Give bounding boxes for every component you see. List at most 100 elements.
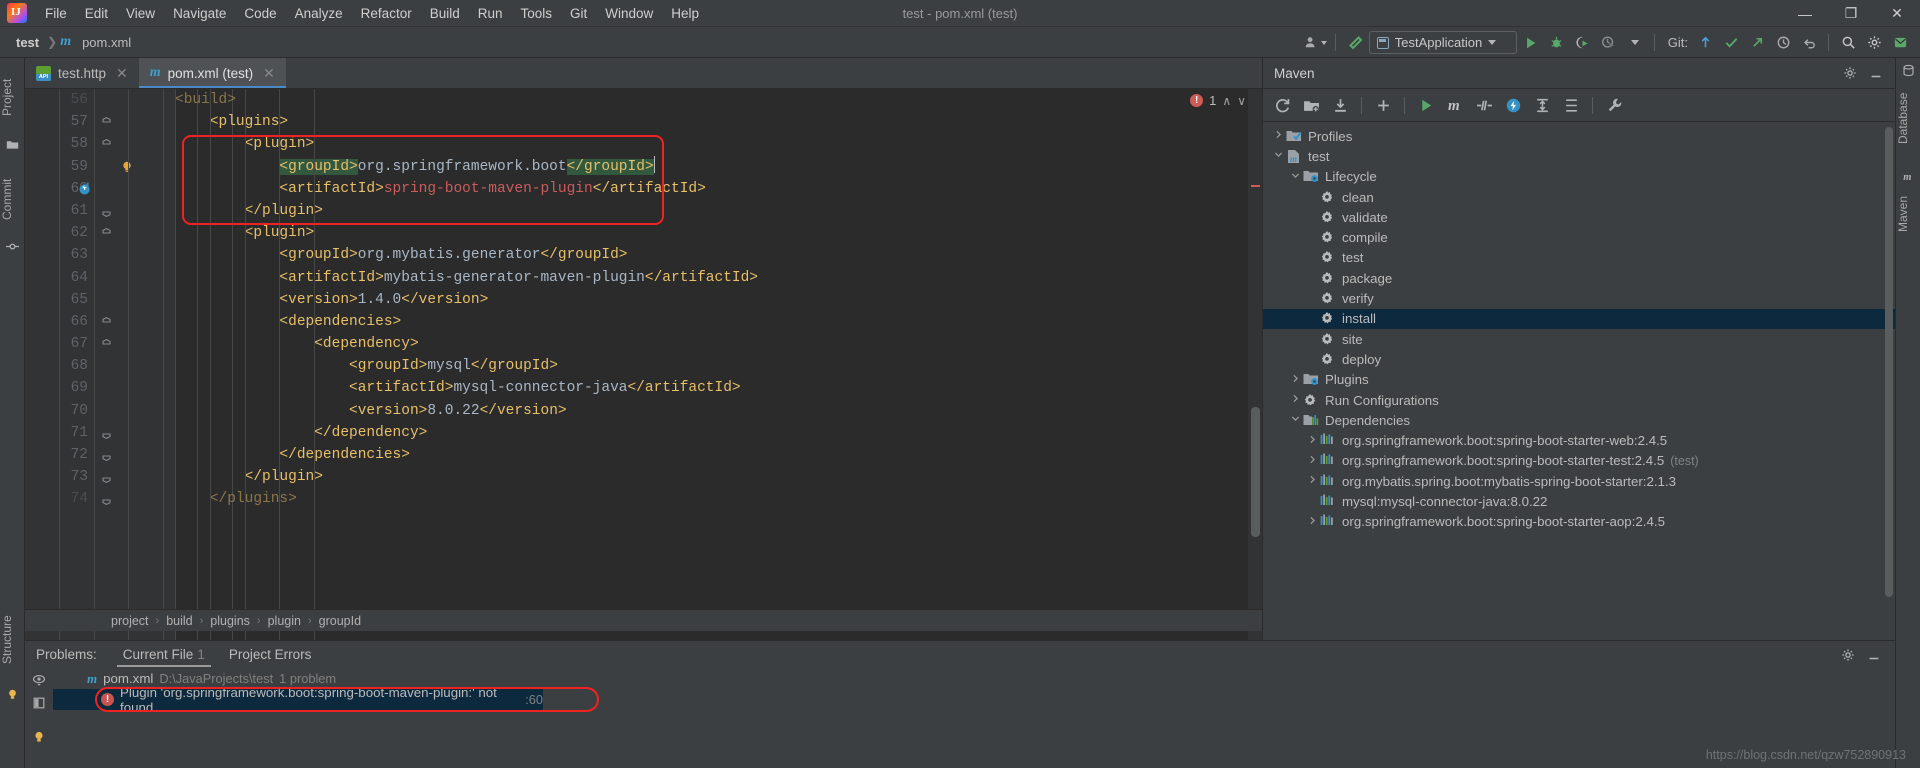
- hide-icon[interactable]: [1863, 60, 1889, 86]
- maven-tree-item[interactable]: site: [1263, 329, 1895, 349]
- run-configuration-selector[interactable]: TestApplication: [1368, 31, 1517, 54]
- expand-all-icon[interactable]: [1529, 92, 1555, 118]
- code-line[interactable]: <version>1.4.0</version>: [175, 289, 1262, 311]
- history-icon[interactable]: [1771, 31, 1795, 55]
- tab-current-file[interactable]: Current File 1: [111, 641, 217, 668]
- chevron-down-icon[interactable]: [1288, 414, 1303, 426]
- lightbulb-icon[interactable]: [120, 160, 134, 179]
- code-line[interactable]: <plugins>: [175, 111, 1262, 133]
- problems-side-toolbar[interactable]: [25, 668, 53, 768]
- fold-collapse-icon[interactable]: [101, 227, 112, 239]
- run-with-coverage-icon[interactable]: [1571, 31, 1595, 55]
- gear-icon[interactable]: [1837, 60, 1863, 86]
- fold-collapse-icon[interactable]: [101, 316, 112, 328]
- git-commit-icon[interactable]: [1719, 31, 1743, 55]
- menu-item-view[interactable]: View: [117, 0, 164, 27]
- menu-item-analyze[interactable]: Analyze: [286, 0, 352, 27]
- code-text[interactable]: <build> <plugins> <plugin> <groupId>org.…: [175, 89, 1262, 640]
- debug-icon[interactable]: [1545, 31, 1569, 55]
- editor-tabs[interactable]: API test.http ✕ m pom.xml (test) ✕: [25, 58, 1262, 89]
- chevron-right-icon[interactable]: [1305, 435, 1320, 447]
- code-folding-column[interactable]: [97, 89, 119, 640]
- chevron-right-icon[interactable]: [1305, 455, 1320, 467]
- undo-icon[interactable]: [1797, 31, 1821, 55]
- fold-end-icon[interactable]: [101, 206, 112, 217]
- code-line[interactable]: <dependencies>: [175, 311, 1262, 333]
- code-line[interactable]: </plugins>: [175, 488, 1262, 510]
- gear-icon[interactable]: [1835, 642, 1861, 668]
- maven-tree-item[interactable]: validate: [1263, 207, 1895, 227]
- chevron-right-icon[interactable]: [1305, 516, 1320, 528]
- menu-item-build[interactable]: Build: [421, 0, 469, 27]
- editor-tab-pom-xml[interactable]: m pom.xml (test) ✕: [138, 58, 287, 88]
- maven-tree-item[interactable]: Lifecycle: [1263, 167, 1895, 187]
- code-editor[interactable]: 56 57 58 59 60 61 62 63 64 65 66 67 68 69 70 71 72 73 74 <…: [25, 89, 1262, 640]
- add-maven-project-icon[interactable]: [1298, 92, 1324, 118]
- wrench-icon[interactable]: [1601, 92, 1627, 118]
- sidebar-item-maven[interactable]: Maven: [1896, 188, 1920, 240]
- code-line[interactable]: <plugin>: [175, 133, 1262, 155]
- chevron-right-icon[interactable]: [1305, 475, 1320, 487]
- open-editor-preview-icon[interactable]: [32, 696, 46, 710]
- database-icon[interactable]: [1902, 64, 1915, 77]
- tab-project-errors[interactable]: Project Errors: [217, 641, 324, 668]
- hide-icon[interactable]: [1861, 642, 1887, 668]
- sidebar-item-commit[interactable]: Commit: [0, 168, 25, 230]
- sidebar-item-project[interactable]: Project: [0, 66, 25, 128]
- chevron-down-icon[interactable]: [1271, 150, 1286, 162]
- notifications-icon[interactable]: [1888, 31, 1912, 55]
- breadcrumb[interactable]: test ❯ m pom.xml: [0, 34, 136, 51]
- code-line[interactable]: <plugin>: [175, 222, 1262, 244]
- maven-tree-item[interactable]: org.springframework.boot:spring-boot-sta…: [1263, 512, 1895, 532]
- editor-breadcrumb-build[interactable]: build: [166, 614, 192, 628]
- user-profile-icon[interactable]: [1304, 31, 1328, 55]
- preview-eye-icon[interactable]: [32, 673, 46, 687]
- close-icon[interactable]: ✕: [116, 65, 128, 82]
- maven-tree-item[interactable]: package: [1263, 268, 1895, 288]
- code-line[interactable]: <groupId>mysql</groupId>: [175, 355, 1262, 377]
- chevron-down-icon[interactable]: [1288, 171, 1303, 183]
- editor-gutter[interactable]: 56 57 58 59 60 61 62 63 64 65 66 67 68 69 70 71 72 73 74: [25, 89, 233, 640]
- sidebar-item-structure[interactable]: Structure: [0, 604, 25, 676]
- profiler-icon[interactable]: [1597, 31, 1621, 55]
- run-icon[interactable]: [1413, 92, 1439, 118]
- fold-end-icon[interactable]: [101, 450, 112, 461]
- fold-collapse-icon[interactable]: [101, 116, 112, 128]
- minimize-button[interactable]: —: [1782, 0, 1828, 27]
- maven-toolbar[interactable]: m: [1263, 89, 1895, 122]
- commit-icon[interactable]: [6, 240, 19, 253]
- menu-bar[interactable]: File Edit View Navigate Code Analyze Refactor B…: [36, 0, 708, 27]
- maven-tree-item[interactable]: org.springframework.boot:spring-boot-sta…: [1263, 430, 1895, 450]
- maven-tree-item[interactable]: mysql:mysql-connector-java:8.0.22: [1263, 491, 1895, 511]
- maven-tree-item[interactable]: verify: [1263, 288, 1895, 308]
- maven-tree-item[interactable]: Dependencies: [1263, 410, 1895, 430]
- maven-project-tree[interactable]: Profiles m test Lifecycle clean validate compi…: [1263, 123, 1895, 640]
- code-line[interactable]: <build>: [175, 89, 1262, 111]
- run-icon[interactable]: [1519, 31, 1543, 55]
- gear-icon[interactable]: [1862, 31, 1886, 55]
- maven-tree-item[interactable]: test: [1263, 248, 1895, 268]
- download-sources-icon[interactable]: [1327, 92, 1353, 118]
- breadcrumb-project[interactable]: test: [11, 34, 44, 51]
- maven-tree-item[interactable]: compile: [1263, 227, 1895, 247]
- collapse-all-icon[interactable]: [1558, 92, 1584, 118]
- close-icon[interactable]: ✕: [263, 65, 275, 82]
- run-options-chevron-icon[interactable]: [1623, 31, 1647, 55]
- error-stripe-scrollbar[interactable]: [1248, 89, 1262, 640]
- fold-collapse-icon[interactable]: [101, 138, 112, 150]
- code-line[interactable]: </plugin>: [175, 200, 1262, 222]
- maven-tree-item[interactable]: m test: [1263, 146, 1895, 166]
- editor-breadcrumb-groupid[interactable]: groupId: [319, 614, 361, 628]
- toggle-skip-tests-icon[interactable]: [1471, 92, 1497, 118]
- search-icon[interactable]: [1836, 31, 1860, 55]
- maven-tree-item[interactable]: Run Configurations: [1263, 390, 1895, 410]
- menu-item-code[interactable]: Code: [235, 0, 285, 27]
- vcs-annotate-icon[interactable]: [78, 181, 93, 201]
- maven-m-icon[interactable]: m: [1902, 170, 1915, 183]
- fold-end-icon[interactable]: [101, 428, 112, 439]
- menu-item-tools[interactable]: Tools: [512, 0, 562, 27]
- maven-tree-item[interactable]: install: [1263, 308, 1895, 329]
- fold-end-icon[interactable]: [101, 472, 112, 483]
- menu-item-window[interactable]: Window: [596, 0, 662, 27]
- breadcrumb-file[interactable]: pom.xml: [77, 34, 136, 51]
